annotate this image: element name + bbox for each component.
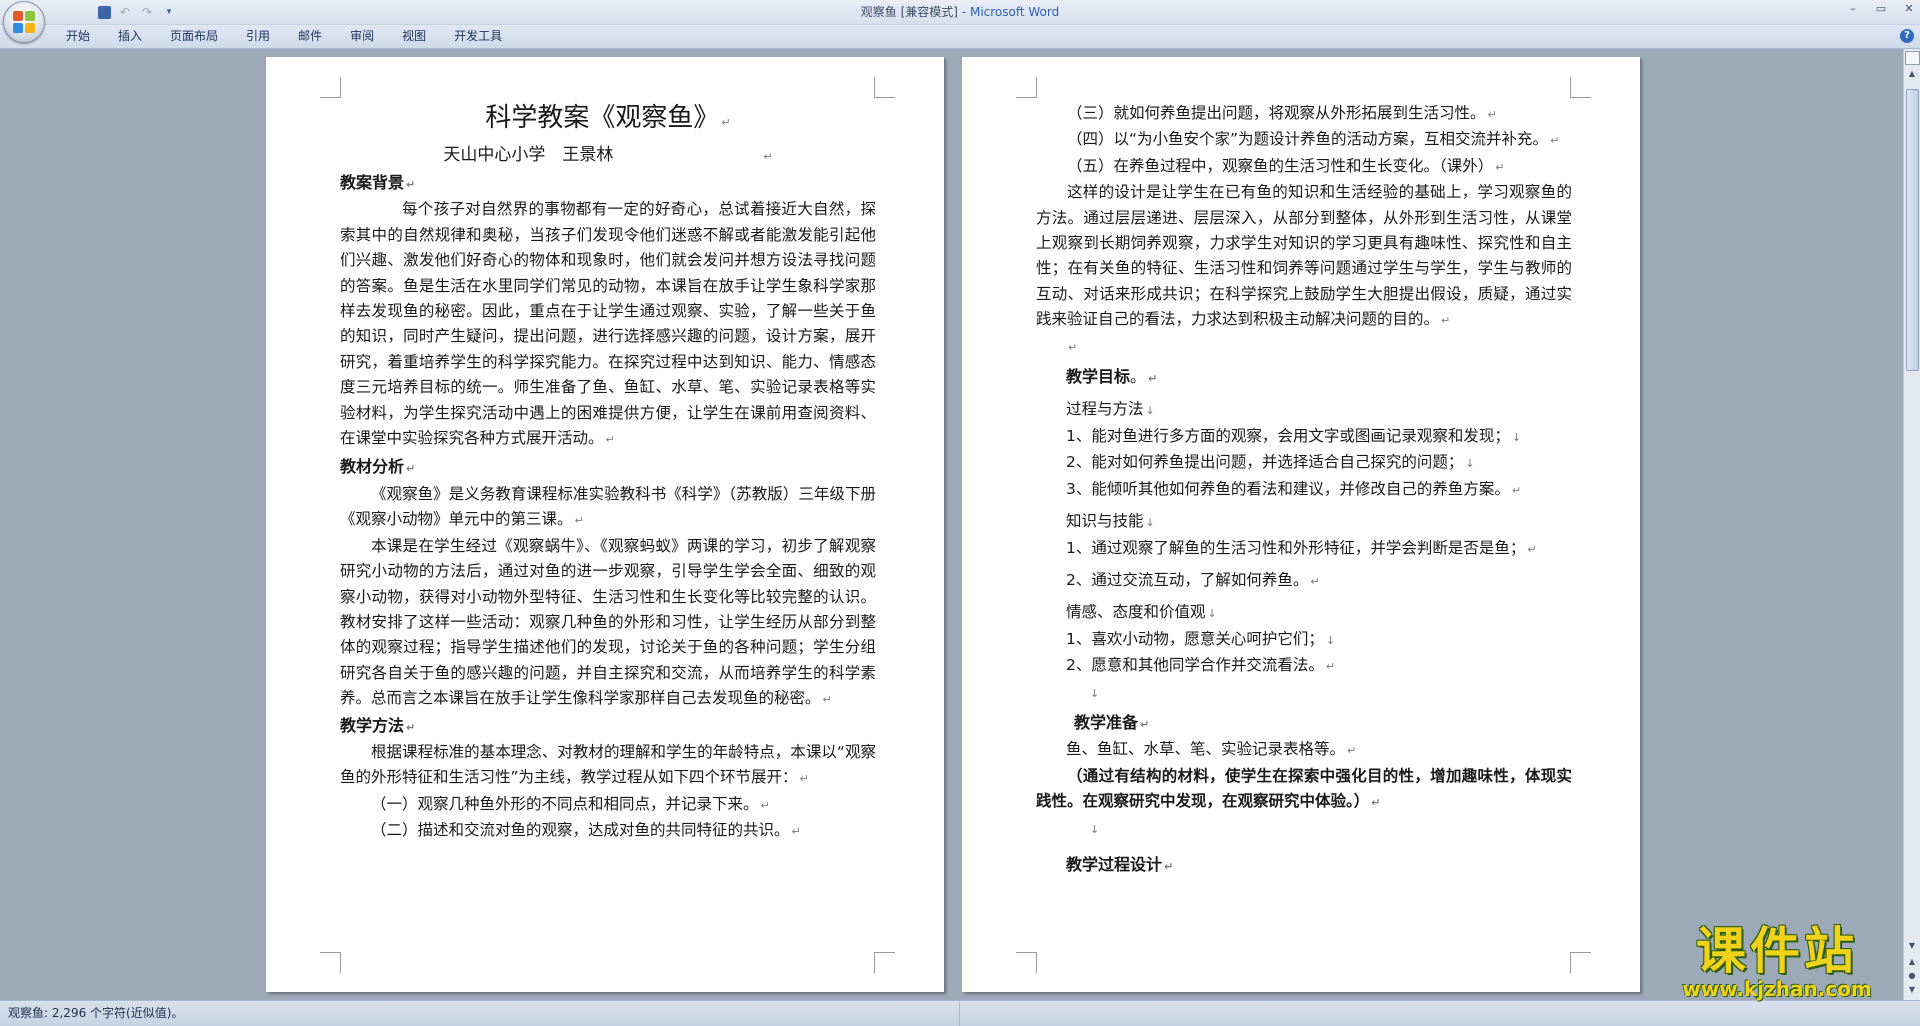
paragraph-design-note: 这样的设计是让学生在已有鱼的知识和生活经验的基础上，学习观察鱼的方法。通过层层递… [1036,183,1572,329]
method-step-2: （二）描述和交流对鱼的观察，达成对鱼的共同特征的共识。 ↵ [371,821,801,840]
select-browse-object-icon[interactable]: ● [1907,971,1917,981]
maximize-icon[interactable]: ▭ [1874,2,1888,16]
goal-item: 2、通过交流互动，了解如何养鱼。 ↵ [1066,570,1320,589]
crop-mark [1570,77,1591,98]
next-page-icon[interactable]: ▼ [1907,985,1917,995]
doc-title: 科学教案《观察鱼》 ↵ [485,103,731,133]
title-bar: ↶ ↷ ▾ 观察鱼 [兼容模式] - Microsoft Word – ▭ ✕ [0,0,1920,25]
tab-mailings[interactable]: 邮件 [284,25,336,48]
tab-home[interactable]: 开始 [52,25,104,48]
goal-group-knowledge: 知识与技能 ↓ [1066,512,1155,531]
heading-goals: 教学目标。 ↵ [1066,367,1158,387]
crop-mark [1016,952,1037,973]
app-name: Microsoft Word [969,5,1060,19]
goal-group-attitude: 情感、态度和价值观 ↓ [1066,603,1217,622]
paragraph-material-1: 《观察鱼》是义务教育课程标准实验教科书《科学》（苏教版）三年级下册《观察小动物》… [340,484,876,529]
empty-line: ↵ [1068,340,1078,354]
heading-background: 教案背景 ↵ [340,173,416,192]
scroll-thumb[interactable] [1906,89,1919,371]
status-bar: 观察鱼: 2,296 个字符(近似值)。 [0,1000,1920,1026]
office-button[interactable] [3,1,45,43]
heading-prep: 教学准备 ↵ [1074,712,1150,732]
heading-material: 教材分析 ↵ [340,457,416,477]
empty-line: ↓ [1090,822,1100,836]
window-controls: – ▭ ✕ [1846,2,1916,16]
ribbon-tabs: 开始 插入 页面布局 引用 邮件 审阅 视图 开发工具 [52,25,516,48]
tab-review[interactable]: 审阅 [336,25,388,48]
close-icon[interactable]: ✕ [1902,2,1916,16]
tab-page-layout[interactable]: 页面布局 [156,25,232,48]
help-icon[interactable]: ? [1900,29,1914,43]
crop-mark [874,77,895,98]
page-1-content: 科学教案《观察鱼》 ↵ 天山中心小学 王景林 ↵ 教案背景 ↵ 每个孩子对自然界的事物… [340,97,876,845]
minimize-icon[interactable]: – [1846,2,1860,16]
tab-view[interactable]: 视图 [388,25,440,48]
tab-references[interactable]: 引用 [232,25,284,48]
empty-line: ↓ [1090,686,1100,700]
page-2-content: （三）就如何养鱼提出问题，将观察从外形拓展到生活习性。 ↵ （四）以“为小鱼安个家… [1036,101,1572,879]
paragraph-background: 每个孩子对自然界的事物都有一定的好奇心，总试着接近大自然，探索其中的自然规律和奥… [340,200,876,448]
crop-mark [320,952,341,973]
doc-name: 观察鱼 [860,5,897,19]
site-watermark-logo: 课件站 www.kjzhan.com [1652,921,1902,1001]
crop-mark [1570,952,1591,973]
ribbon-tab-bar: 开始 插入 页面布局 引用 邮件 审阅 视图 开发工具 ? [0,25,1920,49]
title-separator: - [961,5,967,19]
paragraph-material-2: 本课是在学生经过《观察蜗牛》、《观察蚂蚁》两课的学习，初步了解观察研究小动物的方… [340,536,876,708]
view-ruler-icon[interactable] [1905,51,1920,65]
watermark-title: 课件站 [1696,921,1858,980]
scroll-up-icon[interactable]: ▲ [1905,67,1919,81]
method-step-3: （三）就如何养鱼提出问题，将观察从外形拓展到生活习性。 ↵ [1067,104,1497,122]
goal-item: 1、能对鱼进行多方面的观察，会用文字或图画记录观察和发现； ↓ [1066,426,1522,445]
method-step-1: （一）观察几种鱼外形的不同点和相同点，并记录下来。 ↵ [371,794,770,813]
watermark-url: www.kjzhan.com [1682,977,1872,1001]
goal-item: 2、愿意和其他同学合作并交流看法。 ↵ [1066,656,1336,675]
crop-mark [320,77,341,98]
crop-mark [874,952,895,973]
window-title: 观察鱼 [兼容模式] - Microsoft Word [0,0,1920,24]
compat-mode: [兼容模式] [900,5,958,19]
goal-item: 3、能倾听其他如何养鱼的看法和建议，并修改自己的养鱼方案。 ↵ [1066,479,1522,498]
status-divider [959,1001,960,1026]
previous-page-icon[interactable]: ▲ [1907,957,1917,967]
tab-developer[interactable]: 开发工具 [440,25,516,48]
scroll-down-icon[interactable]: ▼ [1905,939,1919,953]
goal-item: 1、喜欢小动物，愿意关心呵护它们； ↓ [1066,629,1336,648]
page-1[interactable]: 科学教案《观察鱼》 ↵ 天山中心小学 王景林 ↵ 教案背景 ↵ 每个孩子对自然界的事物… [266,57,944,992]
method-step-4: （四）以“为小鱼安个家”为题设计养鱼的活动方案，互相交流并补充。 ↵ [1067,130,1560,149]
tab-insert[interactable]: 插入 [104,25,156,48]
paragraph-prep: 鱼、鱼缸、水草、笔、实验记录表格等。 ↵ [1066,740,1357,759]
document-area: 科学教案《观察鱼》 ↵ 天山中心小学 王景林 ↵ 教案背景 ↵ 每个孩子对自然界的事物… [0,49,1904,1000]
goal-group-process: 过程与方法 ↓ [1066,400,1155,419]
paragraph-prep-note: （通过有结构的材料，使学生在探索中强化目的性，增加趣味性，体现实践性。在观察研究… [1036,766,1572,811]
office-logo-icon [13,11,35,33]
paragraph-method-intro: 根据课程标准的基本理念、对教材的理解和学生的年龄特点，本课以“观察鱼的外形特征和… [340,742,876,787]
goal-item: 2、能对如何养鱼提出问题，并选择适合自己探究的问题； ↓ [1066,453,1475,472]
heading-process: 教学过程设计 ↵ [1066,854,1174,874]
word-count-status[interactable]: 观察鱼: 2,296 个字符(近似值)。 [8,1001,183,1026]
vertical-scrollbar[interactable]: ▲ ▼ ▲ ● ▼ [1903,49,1920,1000]
goal-item: 1、通过观察了解鱼的生活习性和外形特征，并学会判断是否是鱼； ↵ [1066,538,1537,557]
method-step-5: （五）在养鱼过程中，观察鱼的生活习性和生长变化。（课外） ↵ [1067,156,1505,175]
page-2[interactable]: （三）就如何养鱼提出问题，将观察从外形拓展到生活习性。 ↵ （四）以“为小鱼安个家… [962,57,1640,992]
heading-method: 教学方法 ↵ [340,715,416,735]
crop-mark [1016,77,1037,98]
doc-author: 天山中心小学 王景林 ↵ [443,145,773,165]
